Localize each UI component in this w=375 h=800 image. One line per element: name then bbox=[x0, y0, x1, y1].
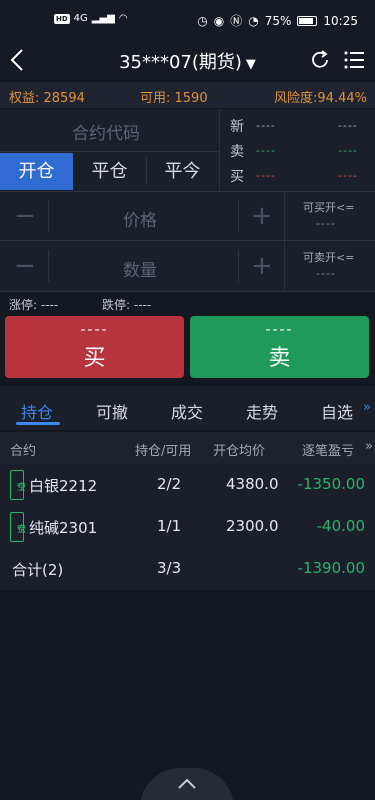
table-header: 合约 持仓/可用 开仓均价 逐笔盈亏 » bbox=[0, 432, 375, 464]
tab-watchlist[interactable]: 自选 bbox=[321, 399, 353, 423]
quote-ask-volume: ---- bbox=[338, 144, 358, 157]
avg-price-value: 2300.0 bbox=[226, 517, 279, 535]
menu-icon[interactable] bbox=[343, 49, 365, 71]
can-sell-label: 可卖开<= bbox=[303, 251, 355, 264]
tab-close-today[interactable]: 平今 bbox=[146, 153, 219, 190]
buy-button[interactable]: ---- 买 bbox=[5, 316, 184, 378]
wifi-icon: ◠ bbox=[118, 13, 128, 24]
sell-label: 卖 bbox=[268, 346, 291, 371]
available-text: 可用: 1590 bbox=[140, 91, 208, 106]
clock-icon: ◔ bbox=[248, 13, 259, 28]
buy-label: 买 bbox=[83, 346, 106, 371]
total-pnl: -1390.00 bbox=[297, 559, 365, 577]
limit-up-text: 涨停: ---- bbox=[9, 298, 59, 312]
position-value: 1/1 bbox=[157, 517, 182, 535]
col-avg-price[interactable]: 开仓均价 bbox=[213, 440, 265, 459]
sell-price: ---- bbox=[265, 322, 294, 338]
status-right: ◷ ◉ Ⓝ ◔ 75% 10:25 bbox=[197, 12, 358, 29]
contract-name: 纯碱2301 bbox=[29, 519, 98, 537]
short-today-badge: 空今 bbox=[10, 470, 26, 500]
signal-icon: ▂▄▆ bbox=[91, 13, 115, 24]
contract-name: 白银2212 bbox=[29, 477, 98, 495]
price-plus-button[interactable]: + bbox=[251, 203, 273, 229]
equity-text: 权益: 28594 bbox=[9, 91, 85, 106]
can-buy-value: ---- bbox=[316, 217, 336, 230]
quote-new-value: ---- bbox=[256, 119, 276, 132]
account-summary: 权益: 28594 可用: 1590 风险度:94.44% bbox=[0, 82, 375, 108]
time: 10:25 bbox=[323, 13, 358, 28]
divider bbox=[238, 200, 239, 232]
network-label: 4G bbox=[73, 13, 88, 24]
col-contract[interactable]: 合约 bbox=[10, 440, 36, 459]
nfc-icon: Ⓝ bbox=[230, 14, 243, 28]
battery-percent: 75% bbox=[264, 13, 292, 28]
tab-trades[interactable]: 成交 bbox=[171, 399, 203, 423]
status-bar: HD 4G ▂▄▆ ◠ ◷ ◉ Ⓝ ◔ 75% 10:25 bbox=[0, 0, 375, 40]
hd-icon: HD bbox=[54, 13, 70, 24]
status-left: HD 4G ▂▄▆ ◠ bbox=[54, 13, 128, 24]
col-position[interactable]: 持仓/可用 bbox=[135, 440, 191, 459]
pnl-value: -1350.00 bbox=[297, 475, 365, 493]
divider bbox=[48, 250, 49, 282]
refresh-icon[interactable] bbox=[309, 49, 331, 71]
position-value: 2/2 bbox=[157, 475, 182, 493]
more-tabs-icon[interactable]: » bbox=[363, 400, 371, 415]
tab-positions[interactable]: 持仓 bbox=[21, 399, 53, 423]
divider bbox=[0, 291, 375, 292]
divider bbox=[285, 240, 375, 241]
contract-code-input[interactable]: 合约代码 bbox=[72, 119, 140, 144]
risk-text: 风险度:94.44% bbox=[274, 91, 367, 106]
tab-close[interactable]: 平仓 bbox=[73, 153, 146, 190]
tab-open[interactable]: 开仓 bbox=[0, 153, 73, 190]
table-row[interactable]: 空仓 纯碱2301 1/1 2300.0 -40.00 bbox=[0, 506, 375, 548]
quote-bid-volume: ---- bbox=[338, 169, 358, 182]
total-label: 合计(2) bbox=[12, 561, 64, 579]
tab-cancelable[interactable]: 可撤 bbox=[96, 399, 128, 423]
quote-bid-price: ---- bbox=[256, 169, 276, 182]
alarm-icon: ◷ bbox=[197, 13, 208, 28]
total-position: 3/3 bbox=[157, 559, 182, 577]
divider bbox=[0, 191, 375, 192]
chevron-up-icon bbox=[178, 778, 196, 789]
pnl-value: -40.00 bbox=[316, 517, 365, 535]
expand-panel-button[interactable] bbox=[140, 768, 234, 800]
col-pnl[interactable]: 逐笔盈亏 bbox=[302, 440, 354, 459]
limit-down-text: 跌停: ---- bbox=[102, 298, 152, 312]
dropdown-caret-icon: ▼ bbox=[245, 57, 256, 72]
table-total-row: 合计(2) 3/3 -1390.00 bbox=[0, 548, 375, 590]
more-columns-icon[interactable]: » bbox=[365, 439, 373, 454]
table-row[interactable]: 空今 白银2212 2/2 4380.0 -1350.00 bbox=[0, 464, 375, 506]
quote-sell-label: 卖 bbox=[230, 144, 244, 160]
divider bbox=[219, 109, 220, 191]
qty-minus-button[interactable]: − bbox=[14, 253, 36, 279]
can-sell-value: ---- bbox=[316, 267, 336, 280]
divider bbox=[0, 151, 219, 152]
eye-icon: ◉ bbox=[213, 13, 225, 28]
active-tab-indicator bbox=[16, 422, 60, 425]
divider bbox=[284, 191, 285, 291]
qty-plus-button[interactable]: + bbox=[251, 253, 273, 279]
short-badge: 空仓 bbox=[10, 512, 26, 542]
can-buy-label: 可买开<= bbox=[303, 201, 355, 214]
sell-button[interactable]: ---- 卖 bbox=[190, 316, 369, 378]
quantity-input[interactable]: 数量 bbox=[123, 256, 157, 281]
quote-new-label: 新 bbox=[230, 119, 244, 135]
divider bbox=[48, 200, 49, 232]
nav-bar: 35***07(期货) ▼ bbox=[0, 40, 375, 80]
divider bbox=[238, 250, 239, 282]
account-title-text: 35***07(期货) bbox=[119, 52, 242, 73]
tab-trend[interactable]: 走势 bbox=[246, 399, 278, 423]
price-input[interactable]: 价格 bbox=[123, 206, 157, 231]
quote-buy-label: 买 bbox=[230, 169, 244, 185]
battery-icon bbox=[297, 15, 318, 26]
quote-new-change: ---- bbox=[338, 119, 358, 132]
avg-price-value: 4380.0 bbox=[226, 475, 279, 493]
buy-price: ---- bbox=[80, 322, 109, 338]
divider bbox=[0, 240, 284, 241]
price-minus-button[interactable]: − bbox=[14, 203, 36, 229]
quote-ask-price: ---- bbox=[256, 144, 276, 157]
